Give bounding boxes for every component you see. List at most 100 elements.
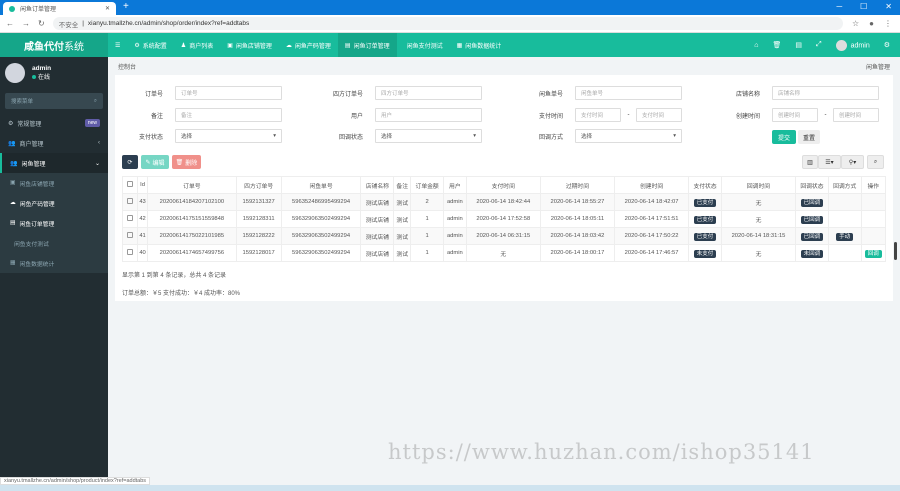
sidebar-item-xianyu[interactable]: 👥 闲鱼管理 ⌄ — [0, 153, 108, 173]
column-header[interactable]: 闲鱼单号 — [280, 176, 362, 194]
remark-input[interactable]: 备注 — [175, 108, 282, 122]
scrollbar[interactable] — [894, 242, 897, 260]
sifang-no-input[interactable]: 四方订单号 — [375, 86, 482, 100]
table-cell: 20200614184207102100 — [147, 193, 237, 211]
nav-icon: ▤ — [344, 42, 351, 49]
row-checkbox[interactable] — [127, 215, 133, 221]
user-input[interactable]: 用户 — [375, 108, 482, 122]
pay-time-start-input[interactable]: 支付时间 — [575, 108, 621, 122]
sidebar-toggle-icon[interactable]: ☰ — [108, 33, 127, 57]
column-header[interactable]: 店铺名称 — [360, 176, 395, 194]
menu-icon: ▣ — [10, 180, 16, 186]
close-window-icon[interactable]: ✕ — [885, 2, 892, 11]
url-input[interactable]: 不安全 | xianyu.tmallzhe.cn/admin/shop/order/… — [52, 17, 843, 30]
sidebar-subitem-2[interactable]: ▤ 闲鱼订单管理 — [0, 213, 108, 233]
menu-icon[interactable]: ⋮ — [884, 19, 892, 28]
edit-button[interactable]: ✎ 编辑 — [141, 155, 169, 169]
column-header[interactable]: 支付状态 — [688, 176, 722, 194]
sidebar-subitem-1[interactable]: ☁ 闲鱼产码管理 — [0, 193, 108, 213]
nav-tab-0[interactable]: ⚙ 系统配置 — [127, 33, 173, 57]
column-header[interactable]: 订单金额 — [410, 176, 444, 194]
browser-tab[interactable]: 闲鱼订单管理 ✕ — [3, 2, 116, 15]
trash-icon[interactable]: 🗑 — [773, 41, 782, 49]
submit-button[interactable]: 提交 — [772, 130, 796, 144]
new-tab-icon[interactable]: + — [123, 1, 129, 12]
column-header[interactable]: 过期时间 — [539, 176, 616, 194]
delete-button[interactable]: 🗑 删除 — [172, 155, 201, 169]
reload-icon[interactable]: ↻ — [38, 19, 45, 28]
nav-tab-2[interactable]: ▣ 闲鱼店铺管理 — [220, 33, 279, 57]
settings-icon[interactable]: ⚙ — [884, 41, 890, 49]
table-cell: admin — [442, 193, 467, 211]
column-header[interactable]: 用户 — [442, 176, 467, 194]
pay-status-select[interactable]: 选择 ▾ — [175, 129, 282, 143]
select-all-checkbox[interactable] — [127, 181, 133, 187]
sidebar-subitem-0[interactable]: ▣ 闲鱼店铺管理 — [0, 173, 108, 193]
nav-tab-4[interactable]: ▤ 闲鱼订单管理 — [337, 33, 397, 57]
row-checkbox[interactable] — [127, 232, 133, 238]
callback-method-select[interactable]: 选择 ▾ — [575, 129, 682, 143]
row-checkbox[interactable] — [127, 198, 133, 204]
nav-tab-3[interactable]: ☁ 闲鱼产码管理 — [279, 33, 338, 57]
maximize-icon[interactable]: ☐ — [860, 2, 867, 11]
table-cell: 1592131327 — [235, 193, 282, 211]
row-checkbox[interactable] — [127, 249, 133, 255]
sidebar-item-general[interactable]: ⚙ 常规管理 new — [0, 113, 108, 133]
callback-status-select[interactable]: 选择 ▾ — [375, 129, 482, 143]
column-header[interactable]: 回调方式 — [827, 176, 862, 194]
back-icon[interactable]: ← — [6, 19, 14, 28]
table-cell: 2020-06-14 17:51:51 — [614, 210, 690, 228]
sidebar-subitem-4[interactable]: ▦ 闲鱼数据统计 — [0, 253, 108, 273]
column-header[interactable]: 支付时间 — [465, 176, 541, 194]
pay-time-end-input[interactable]: 支付时间 — [636, 108, 682, 122]
refresh-button[interactable]: ⟳ — [122, 155, 138, 169]
table-row[interactable]: 40 20200614174657499756 1592128017 59632906… — [122, 244, 887, 262]
table-cell: 手动 — [827, 227, 862, 245]
minimize-icon[interactable]: ─ — [836, 2, 842, 11]
order-no-input[interactable]: 订单号 — [175, 86, 282, 100]
column-header[interactable]: 操作 — [860, 176, 887, 194]
table-cell: 2020-06-14 17:52:58 — [465, 210, 541, 228]
breadcrumb-dashboard[interactable]: 控制台 — [118, 62, 136, 71]
nav-tab-1[interactable]: ♟ 商户列表 — [174, 33, 220, 57]
toggle-view-button[interactable]: ▥ — [802, 155, 818, 169]
table-row[interactable]: 41 20200614175022101985 1592128222 59632906… — [122, 227, 887, 245]
user-menu[interactable]: admin — [835, 39, 870, 51]
cogs-icon: ⚙ — [8, 120, 14, 127]
table-row[interactable]: 43 20200614184207102100 1592131327 59635248… — [122, 193, 887, 211]
fullscreen-icon[interactable]: ⤢ — [816, 41, 822, 49]
column-header[interactable]: 回调状态 — [795, 176, 829, 194]
callback-button[interactable]: 回调 — [864, 250, 882, 258]
column-header[interactable]: Id — [136, 176, 149, 194]
column-header[interactable]: 备注 — [393, 176, 412, 194]
table-cell: 1 — [410, 210, 444, 228]
xianyu-no-input[interactable]: 闲鱼单号 — [575, 86, 682, 100]
menu-search-input[interactable]: 搜索菜单 ⌕ — [5, 93, 103, 109]
column-header[interactable]: 创建时间 — [614, 176, 690, 194]
columns-button[interactable]: ☰▾ — [818, 155, 841, 169]
export-button[interactable]: ⚲▾ — [841, 155, 864, 169]
shop-name-input[interactable]: 店铺名称 — [772, 86, 879, 100]
close-tab-icon[interactable]: ✕ — [105, 5, 110, 12]
profile-icon[interactable]: ● — [869, 19, 874, 28]
column-header[interactable]: 订单号 — [147, 176, 237, 194]
create-time-start-input[interactable]: 创建时间 — [772, 108, 818, 122]
search-toggle-button[interactable]: ⌕ — [867, 155, 884, 169]
home-icon[interactable]: ⌂ — [754, 42, 758, 49]
sidebar-subitem-3[interactable]: 闲鱼支付测试 — [0, 233, 108, 253]
menu-icon: ▦ — [10, 260, 16, 266]
forward-icon[interactable]: → — [22, 19, 30, 28]
sidebar-item-merchants[interactable]: 👥 商户管理 ‹ — [0, 133, 108, 153]
nav-tab-5[interactable]: 闲鱼支付测试 — [397, 33, 450, 57]
nav-tab-6[interactable]: ▦ 闲鱼数据统计 — [450, 33, 509, 57]
column-header[interactable]: 回调时间 — [720, 176, 797, 194]
create-time-end-input[interactable]: 创建时间 — [833, 108, 879, 122]
status-badge: 已支付 — [693, 216, 717, 224]
reset-button[interactable]: 重置 — [798, 130, 820, 144]
column-header[interactable]: 四方订单号 — [235, 176, 282, 194]
search-icon[interactable]: ⌕ — [94, 98, 97, 105]
star-icon[interactable]: ☆ — [852, 19, 859, 28]
table-row[interactable]: 42 20200614175151559848 1592128311 59632906… — [122, 210, 887, 228]
language-icon[interactable]: ▤ — [795, 41, 802, 49]
menu-icon: ▤ — [10, 220, 16, 226]
